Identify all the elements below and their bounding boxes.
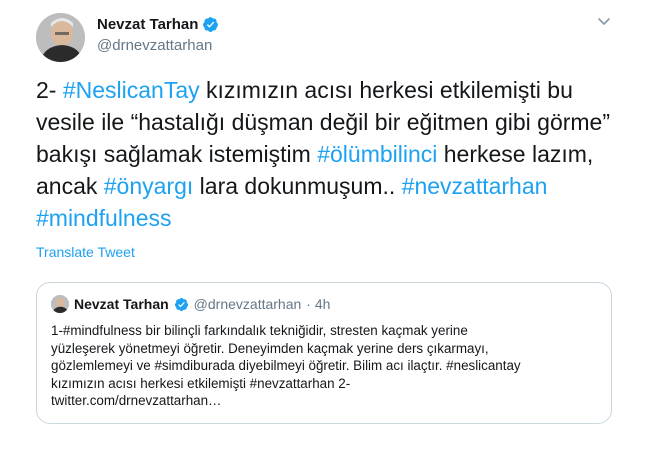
quoted-text-line: gözlemlemeyi ve #simdiburada diyebilmeyi… bbox=[51, 358, 521, 374]
hashtag-link[interactable]: #ölümbilinci bbox=[317, 141, 437, 167]
author-name[interactable]: Nevzat Tarhan bbox=[97, 16, 198, 33]
quoted-timestamp: · 4h bbox=[306, 296, 331, 312]
tweet-text: 2- #NeslicanTay kızımızın acısı herkesi … bbox=[36, 74, 636, 234]
chevron-down-icon[interactable] bbox=[596, 13, 612, 29]
quoted-text-line: yüzleşerek yönetmeyi öğretir. Deneyimden… bbox=[51, 340, 489, 356]
author-name-row[interactable]: Nevzat Tarhan bbox=[97, 16, 219, 33]
quoted-author-handle: @drnevzattarhan bbox=[193, 296, 302, 312]
hashtag-link[interactable]: #mindfulness bbox=[36, 205, 172, 231]
tweet-text-part: 2- bbox=[36, 77, 63, 103]
hashtag-link[interactable]: #nevzattarhan bbox=[402, 173, 548, 199]
tweet-text-part: lara dokunmuşum.. bbox=[193, 173, 402, 199]
avatar-photo-icon bbox=[36, 13, 85, 62]
hashtag-link[interactable]: #NeslicanTay bbox=[63, 77, 200, 103]
quoted-avatar bbox=[51, 295, 69, 313]
hashtag-link[interactable]: #önyargı bbox=[104, 173, 194, 199]
quoted-author-name: Nevzat Tarhan bbox=[74, 296, 169, 312]
quoted-tweet-text: 1-#mindfulness bir bilinçli farkındalık … bbox=[51, 322, 601, 410]
avatar[interactable] bbox=[36, 13, 85, 62]
author-handle[interactable]: @drnevzattarhan bbox=[97, 37, 212, 54]
translate-tweet-link[interactable]: Translate Tweet bbox=[36, 244, 135, 260]
quoted-text-line: kızımızın acısı herkesi etkilemişti #nev… bbox=[51, 375, 351, 391]
quoted-tweet-header: Nevzat Tarhan @drnevzattarhan · 4h bbox=[51, 295, 330, 313]
verified-badge-icon bbox=[174, 297, 188, 311]
quoted-tweet-card[interactable]: Nevzat Tarhan @drnevzattarhan · 4h 1-#mi… bbox=[36, 282, 612, 424]
verified-badge-icon bbox=[203, 17, 219, 32]
quoted-text-line: twitter.com/drnevzattarhan… bbox=[51, 393, 222, 409]
quoted-avatar-photo-icon bbox=[51, 295, 69, 313]
quoted-text-line: 1-#mindfulness bir bilinçli farkındalık … bbox=[51, 323, 468, 338]
